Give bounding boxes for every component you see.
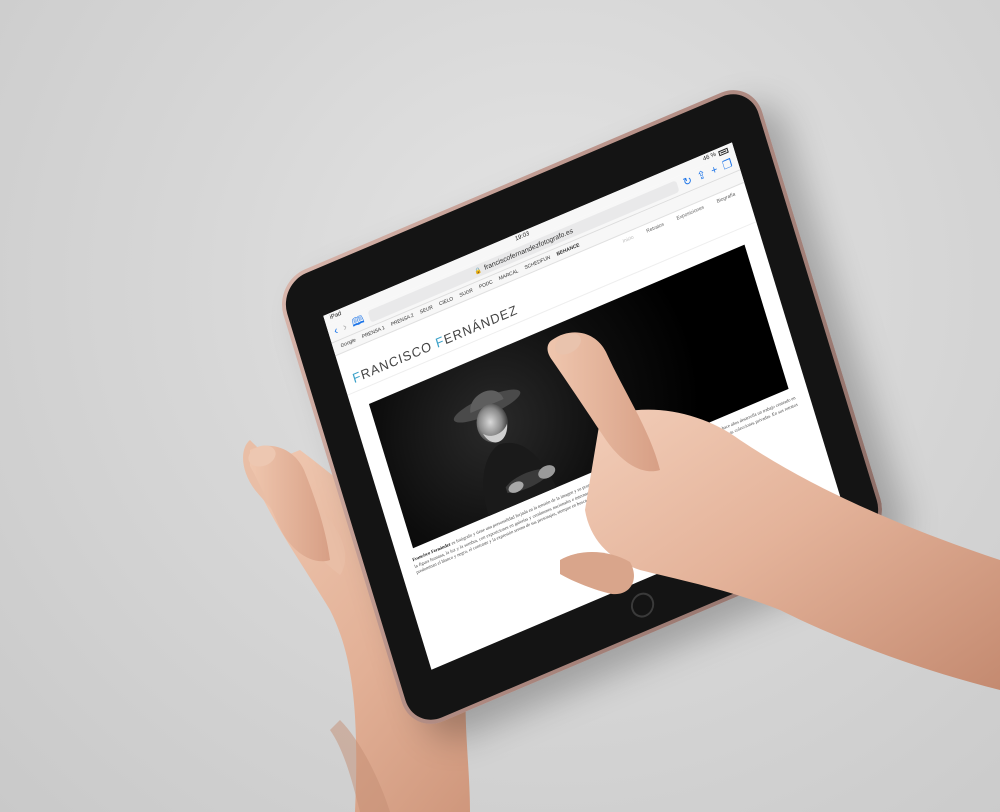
scene: iPad 19:03 46 % ‹ › 🕮 🔒 franciscofernand…: [0, 0, 1000, 812]
right-hand: [248, 332, 1000, 812]
